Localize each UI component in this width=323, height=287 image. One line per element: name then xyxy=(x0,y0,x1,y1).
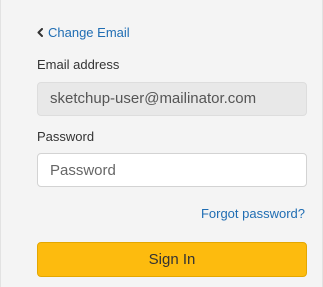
sign-in-panel: Change Email Email address sketchup-user… xyxy=(0,0,323,287)
change-email-link[interactable]: Change Email xyxy=(37,25,130,40)
email-field: sketchup-user@mailinator.com xyxy=(37,82,307,116)
sign-in-button[interactable]: Sign In xyxy=(37,242,307,277)
password-input[interactable] xyxy=(37,153,307,187)
email-address-label: Email address xyxy=(37,57,120,72)
password-label: Password xyxy=(37,129,95,144)
forgot-password-link[interactable]: Forgot password? xyxy=(201,206,305,221)
change-email-label: Change Email xyxy=(48,25,130,40)
chevron-left-icon xyxy=(37,28,43,37)
